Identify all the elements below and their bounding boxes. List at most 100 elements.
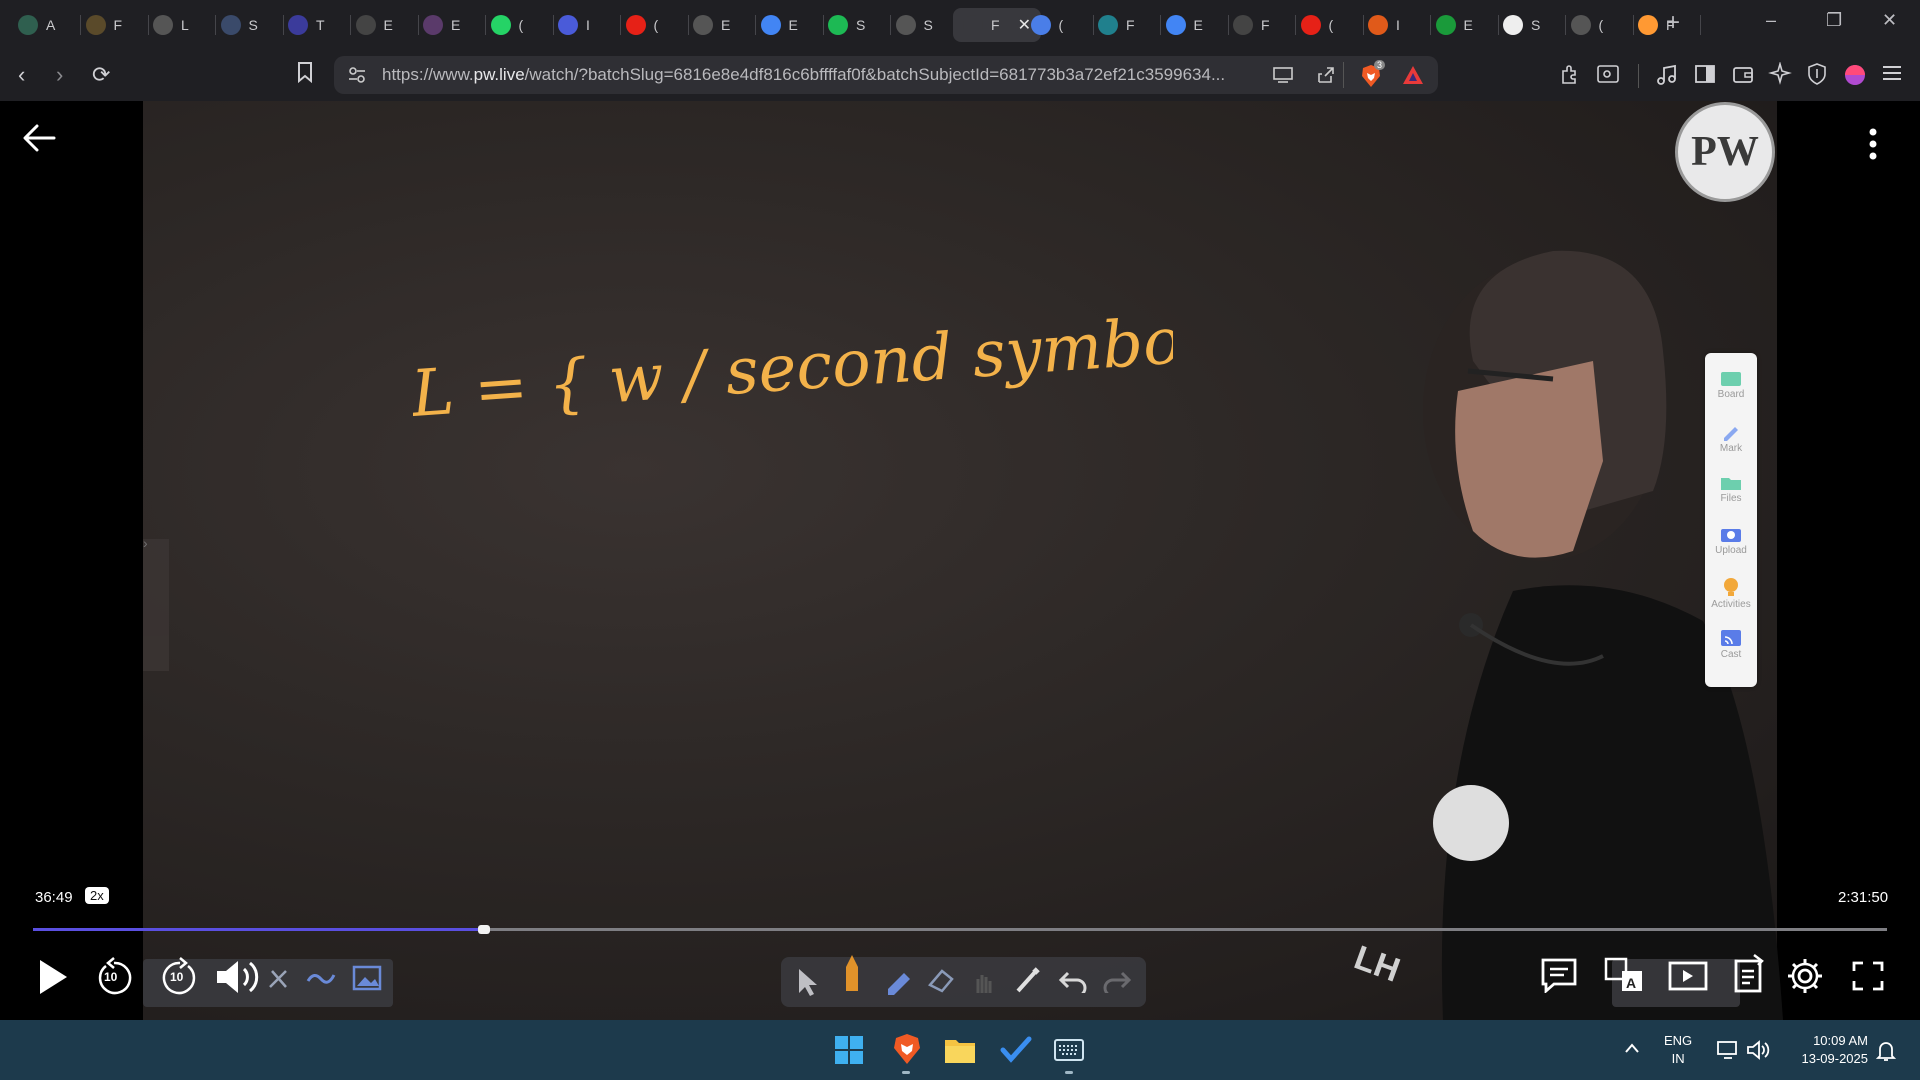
marker-icon[interactable] — [840, 953, 864, 993]
windows-start-icon[interactable] — [834, 1035, 864, 1065]
brave-browser-icon[interactable] — [892, 1032, 922, 1066]
back-icon[interactable]: ‹ — [18, 62, 25, 88]
cast-tool[interactable]: Cast — [1705, 629, 1757, 660]
wallet-icon[interactable] — [1732, 64, 1754, 90]
network-icon[interactable] — [1716, 1040, 1740, 1060]
keyboard-icon[interactable] — [1054, 1039, 1084, 1061]
file-explorer-icon[interactable] — [944, 1036, 976, 1064]
browser-tab[interactable]: ( — [490, 8, 523, 42]
pw-icon — [963, 15, 983, 35]
hand-icon[interactable] — [972, 969, 996, 995]
browser-tab[interactable]: I — [1368, 8, 1400, 42]
activities-label: Activities — [1711, 599, 1751, 610]
speaker-icon[interactable] — [1746, 1039, 1770, 1061]
menu-icon[interactable] — [1881, 62, 1903, 90]
notes-icon[interactable] — [1732, 953, 1766, 993]
close-window-icon[interactable]: ✕ — [1882, 10, 1897, 31]
browser-tab[interactable]: I — [558, 8, 590, 42]
browser-tab[interactable]: F — [1098, 8, 1135, 42]
close-tab-icon[interactable]: ✕ — [1018, 15, 1031, 35]
browser-tab[interactable]: E — [1165, 8, 1203, 42]
site-settings-icon[interactable] — [348, 66, 366, 89]
tools-icon[interactable] — [266, 967, 292, 991]
tab-separator — [1497, 15, 1499, 35]
browser-tab[interactable]: S — [895, 8, 933, 42]
browser-tab[interactable]: ( — [1570, 8, 1603, 42]
play-icon[interactable] — [36, 957, 70, 997]
browser-tab[interactable]: F — [85, 8, 122, 42]
profile-avatar[interactable] — [1844, 64, 1866, 92]
pointer-icon[interactable] — [795, 967, 819, 997]
board-tool[interactable]: Board — [1705, 371, 1757, 400]
vpn-shield-icon[interactable] — [1806, 62, 1828, 92]
leo-ai-icon[interactable] — [1768, 61, 1792, 92]
browser-tab[interactable]: E — [760, 8, 798, 42]
laser-pen-icon[interactable] — [1014, 965, 1042, 995]
address-bar[interactable]: https://www.pw.live/watch/?batchSlug=681… — [334, 56, 1438, 94]
files-tool[interactable]: Files — [1705, 475, 1757, 504]
activities-tool[interactable]: Activities — [1705, 577, 1757, 610]
settings-gear-icon[interactable] — [1786, 957, 1824, 995]
redo-icon[interactable] — [1102, 969, 1132, 993]
chat-icon[interactable] — [1540, 957, 1578, 993]
video-frame[interactable]: L = { w / second symbol in 'a' } LH — [143, 101, 1783, 1020]
progress-knob[interactable] — [477, 925, 490, 934]
volume-icon[interactable] — [214, 957, 264, 997]
notification-bell-icon[interactable] — [1876, 1040, 1896, 1062]
playback-speed-badge[interactable]: 2x — [85, 887, 109, 904]
undo-icon[interactable] — [1058, 969, 1088, 993]
extensions-icon[interactable] — [1558, 63, 1582, 93]
skip-forward-button[interactable]: 10 — [162, 956, 198, 996]
browser-tab[interactable]: S — [220, 8, 258, 42]
progress-bar[interactable] — [33, 925, 1887, 934]
minimize-icon[interactable]: – — [1766, 10, 1776, 31]
restore-icon[interactable]: ❐ — [1826, 10, 1842, 31]
video-player[interactable]: L = { w / second symbol in 'a' } LH › PW… — [0, 101, 1920, 1020]
browser-tab[interactable]: E — [355, 8, 393, 42]
browser-tab[interactable]: S — [828, 8, 865, 42]
wave-icon[interactable] — [306, 965, 336, 989]
browser-tab[interactable]: A — [18, 8, 55, 42]
image-icon[interactable] — [352, 965, 382, 991]
browser-tab[interactable]: F ✕ — [953, 8, 1041, 42]
mark-tool[interactable]: Mark — [1705, 423, 1757, 454]
board-handwriting: L = { w / second symbol in 'a' } — [413, 286, 1173, 432]
browser-tab[interactable]: F — [1233, 8, 1270, 42]
input-language[interactable]: ENG IN — [1664, 1032, 1692, 1068]
sidebar-icon[interactable] — [1694, 64, 1716, 90]
fullscreen-icon[interactable] — [1852, 961, 1884, 991]
chevron-up-icon[interactable] — [1624, 1042, 1640, 1054]
todo-check-icon[interactable] — [1000, 1036, 1032, 1064]
upload-tool[interactable]: Upload — [1705, 525, 1757, 556]
browser-tab[interactable]: ( — [1300, 8, 1333, 42]
share-icon[interactable] — [1316, 65, 1336, 90]
browser-tab[interactable]: E — [693, 8, 730, 42]
browser-tab[interactable]: ( — [625, 8, 658, 42]
reader-mode-icon[interactable] — [1596, 63, 1620, 91]
tab-label: F — [1126, 17, 1135, 33]
browser-tab[interactable]: T — [288, 8, 325, 42]
drawer-handle[interactable]: › — [143, 535, 169, 671]
translate-icon[interactable]: A — [1604, 957, 1646, 993]
reload-icon[interactable]: ⟳ — [92, 62, 110, 88]
system-clock[interactable]: 10:09 AM 13-09-2025 — [1783, 1032, 1869, 1068]
browser-tab[interactable]: L — [153, 8, 189, 42]
forward-icon[interactable]: › — [56, 62, 63, 88]
browser-tab[interactable]: E — [1435, 8, 1473, 42]
back-arrow-icon[interactable] — [22, 123, 56, 153]
gemini-icon — [1030, 15, 1051, 35]
skip-back-button[interactable]: 10 — [96, 956, 132, 996]
highlighter-icon[interactable] — [884, 967, 914, 995]
browser-tab[interactable]: ( — [1030, 8, 1063, 42]
more-options-icon[interactable] — [1868, 127, 1878, 161]
browser-tab[interactable]: S — [1503, 8, 1540, 42]
brave-rewards-icon[interactable] — [1402, 64, 1424, 91]
running-indicator — [902, 1071, 910, 1074]
eraser-icon[interactable] — [926, 965, 956, 995]
cast-page-icon[interactable] — [1272, 66, 1294, 89]
browser-tab[interactable]: E — [423, 8, 460, 42]
picture-in-picture-icon[interactable] — [1668, 959, 1708, 993]
new-tab-button[interactable]: + — [1666, 9, 1680, 37]
bookmark-icon[interactable] — [296, 61, 314, 89]
media-controls-icon[interactable] — [1656, 63, 1678, 93]
